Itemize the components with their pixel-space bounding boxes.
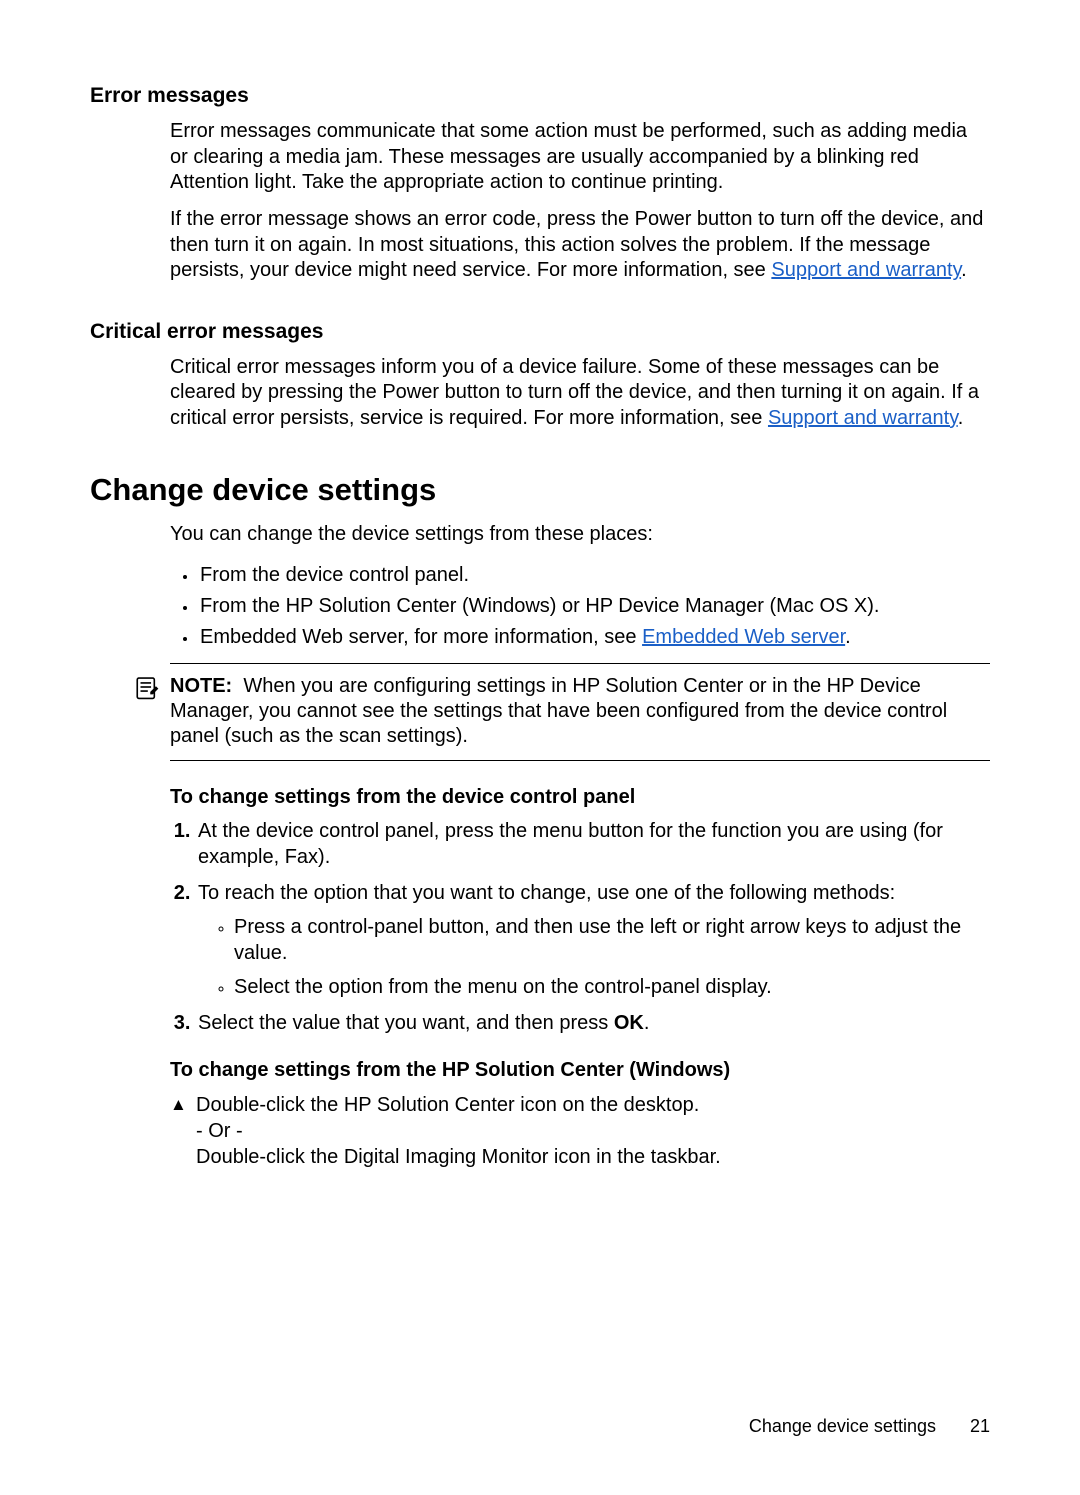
list-item: ▲ Double-click the HP Solution Center ic… (170, 1092, 990, 1170)
list-item: Press a control-panel button, and then u… (234, 914, 990, 966)
text-bold: OK (614, 1012, 644, 1034)
link-support-and-warranty[interactable]: Support and warranty (768, 407, 958, 429)
section-error-messages-body: Error messages communicate that some act… (170, 119, 990, 283)
list-item: Select the value that you want, and then… (196, 1010, 990, 1036)
text: . (958, 407, 964, 429)
note-text: NOTE: When you are configuring settings … (170, 674, 990, 750)
text: - Or - (196, 1120, 243, 1142)
triangle-icon: ▲ (170, 1092, 190, 1118)
heading-change-device-settings: Change device settings (90, 471, 990, 508)
bullet-list: From the device control panel. From the … (170, 560, 990, 653)
paragraph: You can change the device settings from … (170, 522, 990, 547)
page-footer: Change device settings 21 (749, 1416, 990, 1437)
note-icon (134, 674, 160, 700)
heading-critical-error-messages: Critical error messages (90, 318, 990, 345)
list-item: Embedded Web server, for more informatio… (198, 622, 990, 653)
text: Double-click the Digital Imaging Monitor… (196, 1146, 721, 1168)
text: When you are configuring settings in HP … (170, 675, 947, 748)
list-item: To reach the option that you want to cha… (196, 880, 990, 1000)
list-item: At the device control panel, press the m… (196, 818, 990, 870)
page-number: 21 (970, 1416, 990, 1436)
ordered-list: At the device control panel, press the m… (170, 818, 990, 1036)
bullet-list: Press a control-panel button, and then u… (212, 914, 990, 1000)
note-box: NOTE: When you are configuring settings … (170, 663, 990, 761)
section-critical-error-messages-body: Critical error messages inform you of a … (170, 355, 990, 431)
paragraph: If the error message shows an error code… (170, 207, 990, 283)
link-support-and-warranty[interactable]: Support and warranty (771, 259, 961, 281)
text: . (961, 259, 967, 281)
link-embedded-web-server[interactable]: Embedded Web server (642, 626, 845, 648)
text: . (644, 1012, 650, 1034)
heading-change-from-control-panel: To change settings from the device contr… (170, 785, 990, 810)
list-item: From the HP Solution Center (Windows) or… (198, 591, 990, 622)
text: Double-click the HP Solution Center icon… (196, 1094, 699, 1116)
text: Embedded Web server, for more informatio… (200, 626, 642, 648)
page: Error messages Error messages communicat… (0, 0, 1080, 1495)
footer-title: Change device settings (749, 1416, 936, 1436)
paragraph: Critical error messages inform you of a … (170, 355, 990, 431)
heading-error-messages: Error messages (90, 82, 990, 109)
paragraph: Error messages communicate that some act… (170, 119, 990, 195)
triangle-list: ▲ Double-click the HP Solution Center ic… (170, 1092, 990, 1170)
text: To reach the option that you want to cha… (198, 882, 895, 904)
text: . (845, 626, 851, 648)
section-change-device-settings-body: You can change the device settings from … (170, 522, 990, 1169)
heading-change-from-solution-center: To change settings from the HP Solution … (170, 1058, 990, 1083)
list-item: From the device control panel. (198, 560, 990, 591)
list-item: Select the option from the menu on the c… (234, 974, 990, 1000)
text: Select the value that you want, and then… (198, 1012, 614, 1034)
note-label: NOTE: (170, 675, 232, 697)
